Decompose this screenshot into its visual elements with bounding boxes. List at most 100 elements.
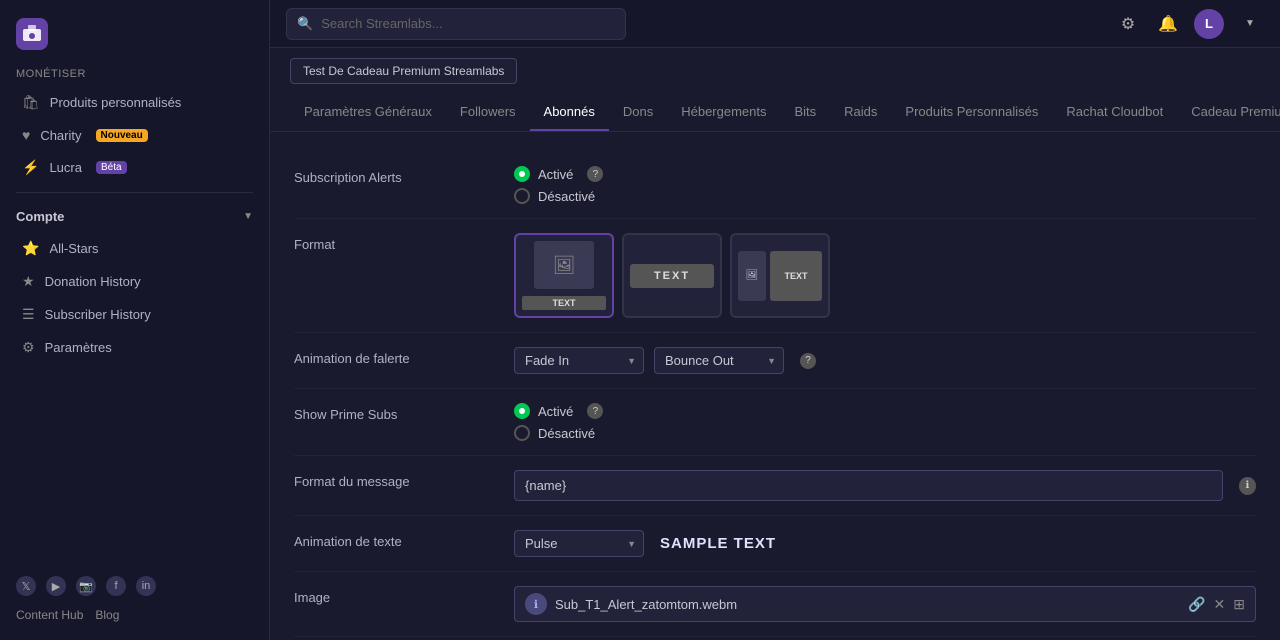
content-area: Subscription Alerts Activé ? Désactivé F bbox=[270, 132, 1280, 640]
format-text-block-3: TEXT bbox=[770, 251, 822, 301]
show-prime-subs-radio-group: Activé ? Désactivé bbox=[514, 403, 1256, 441]
bag-icon: 🛍 bbox=[22, 94, 40, 111]
list-icon: ☰ bbox=[22, 306, 35, 323]
tab-raids[interactable]: Raids bbox=[830, 94, 891, 131]
logo-icon bbox=[16, 18, 48, 50]
sidebar-item-subscriber-history[interactable]: ☰ Subscriber History bbox=[6, 299, 263, 330]
subscription-alerts-inactive-option[interactable]: Désactivé bbox=[514, 188, 1256, 204]
chevron-down-icon[interactable]: ▼ bbox=[1236, 10, 1264, 38]
search-box: 🔍 bbox=[286, 8, 626, 40]
subscription-alerts-row: Subscription Alerts Activé ? Désactivé bbox=[294, 152, 1256, 219]
tab-parametres-generaux[interactable]: Paramètres Généraux bbox=[290, 94, 446, 131]
sidebar-item-lucra[interactable]: ⚡ Lucra Béta bbox=[6, 152, 263, 183]
tab-cadeau-premium[interactable]: Cadeau Premium Streamlabs bbox=[1177, 94, 1280, 131]
animation-texte-row-inner: Pulse None Typewriter Fade SAMPLE TEXT bbox=[514, 530, 1256, 557]
linkedin-icon[interactable]: in bbox=[136, 576, 156, 596]
image-file-actions: 🔗 ✕ ⊞ bbox=[1188, 596, 1245, 613]
format-message-label: Format du message bbox=[294, 470, 494, 489]
animation-texte-dropdown[interactable]: Pulse None Typewriter Fade bbox=[514, 530, 644, 557]
format-card-2[interactable]: TEXT bbox=[622, 233, 722, 318]
avatar[interactable]: L bbox=[1194, 9, 1224, 39]
sidebar-item-charity[interactable]: ♥ Charity Nouveau bbox=[6, 120, 263, 150]
format-cards: 🖼 TEXT TEXT 🖼 TEXT bbox=[514, 233, 1256, 318]
prime-subs-active-option[interactable]: Activé ? bbox=[514, 403, 1256, 419]
show-prime-subs-label: Show Prime Subs bbox=[294, 403, 494, 422]
sidebar-item-label: Subscriber History bbox=[45, 307, 151, 322]
image-control: ℹ Sub_T1_Alert_zatomtom.webm 🔗 ✕ ⊞ bbox=[514, 586, 1256, 622]
tab-bits[interactable]: Bits bbox=[781, 94, 831, 131]
show-prime-subs-row: Show Prime Subs Activé ? Désactivé bbox=[294, 389, 1256, 456]
prime-subs-inactive-option[interactable]: Désactivé bbox=[514, 425, 1256, 441]
inactive-label: Désactivé bbox=[538, 189, 595, 204]
format-message-info-icon[interactable]: ℹ bbox=[1239, 477, 1256, 495]
image-link-icon[interactable]: 🔗 bbox=[1188, 596, 1205, 613]
search-icon: 🔍 bbox=[297, 16, 313, 32]
active-help-icon[interactable]: ? bbox=[587, 166, 603, 182]
bell-icon[interactable]: 🔔 bbox=[1154, 10, 1182, 38]
format-card-1[interactable]: 🖼 TEXT bbox=[514, 233, 614, 318]
animation-help-icon[interactable]: ? bbox=[800, 353, 816, 369]
image-file-row: ℹ Sub_T1_Alert_zatomtom.webm 🔗 ✕ ⊞ bbox=[514, 586, 1256, 622]
sidebar-item-produits-personnalises[interactable]: 🛍 Produits personnalisés bbox=[6, 87, 263, 118]
search-input[interactable] bbox=[321, 16, 615, 31]
format-img-placeholder-1: 🖼 bbox=[534, 241, 594, 289]
subscription-alerts-label: Subscription Alerts bbox=[294, 166, 494, 185]
radio-active-circle bbox=[514, 166, 530, 182]
image-label: Image bbox=[294, 586, 494, 605]
sidebar-item-all-stars[interactable]: ⭐ All-Stars bbox=[6, 233, 263, 264]
fade-in-dropdown[interactable]: Fade In Fade Out Slide In Slide Out bbox=[514, 347, 644, 374]
animation-texte-wrapper: Pulse None Typewriter Fade bbox=[514, 530, 644, 557]
blog-link[interactable]: Blog bbox=[95, 608, 119, 622]
prime-radio-inactive-circle bbox=[514, 425, 530, 441]
main-content: 🔍 ⚙ 🔔 L ▼ Test De Cadeau Premium Streaml… bbox=[270, 0, 1280, 640]
format-message-control: ℹ bbox=[514, 470, 1256, 501]
sample-text: SAMPLE TEXT bbox=[660, 535, 776, 552]
bounce-out-dropdown[interactable]: Bounce Out Bounce In Zoom In Zoom Out bbox=[654, 347, 784, 374]
youtube-icon[interactable]: ▶ bbox=[46, 576, 66, 596]
sidebar-item-label: All-Stars bbox=[49, 241, 98, 256]
sidebar-item-label: Paramètres bbox=[45, 340, 112, 355]
format-message-row: Format du message ℹ bbox=[294, 456, 1256, 516]
animation-falerte-label: Animation de falerte bbox=[294, 347, 494, 366]
format-card-3[interactable]: 🖼 TEXT bbox=[730, 233, 830, 318]
bounce-out-wrapper: Bounce Out Bounce In Zoom In Zoom Out bbox=[654, 347, 784, 374]
tab-hebergements[interactable]: Hébergements bbox=[667, 94, 780, 131]
tab-rachat-cloudbot[interactable]: Rachat Cloudbot bbox=[1052, 94, 1177, 131]
facebook-icon[interactable]: f bbox=[106, 576, 126, 596]
image-grid-icon[interactable]: ⊞ bbox=[1233, 596, 1245, 613]
sidebar-item-donation-history[interactable]: ★ Donation History bbox=[6, 266, 263, 297]
image-close-icon[interactable]: ✕ bbox=[1214, 596, 1226, 613]
tab-produits-personnalises[interactable]: Produits Personnalisés bbox=[891, 94, 1052, 131]
format-message-input[interactable] bbox=[514, 470, 1223, 501]
active-label: Activé bbox=[538, 167, 573, 182]
subscription-alerts-radio-group: Activé ? Désactivé bbox=[514, 166, 1256, 204]
sidebar-item-label: Donation History bbox=[45, 274, 141, 289]
animation-texte-row: Animation de texte Pulse None Typewriter… bbox=[294, 516, 1256, 572]
logo[interactable] bbox=[0, 10, 269, 62]
animation-texte-control: Pulse None Typewriter Fade SAMPLE TEXT bbox=[514, 530, 1256, 557]
subscription-alerts-control: Activé ? Désactivé bbox=[514, 166, 1256, 204]
content-hub-link[interactable]: Content Hub bbox=[16, 608, 83, 622]
prime-active-help-icon[interactable]: ? bbox=[587, 403, 603, 419]
tab-followers[interactable]: Followers bbox=[446, 94, 530, 131]
sidebar-item-parametres[interactable]: ⚙ Paramètres bbox=[6, 332, 263, 363]
nouveau-badge: Nouveau bbox=[96, 129, 148, 142]
sidebar-item-label: Charity bbox=[40, 128, 81, 143]
topbar-right: ⚙ 🔔 L ▼ bbox=[1114, 9, 1264, 39]
prime-active-label: Activé bbox=[538, 404, 573, 419]
twitter-icon[interactable]: 𝕏 bbox=[16, 576, 36, 596]
monetiser-section-label: Monétiser bbox=[0, 62, 269, 86]
premium-bar: Test De Cadeau Premium Streamlabs bbox=[270, 48, 1280, 94]
subscription-alerts-active-option[interactable]: Activé ? bbox=[514, 166, 1256, 182]
image-file-name: Sub_T1_Alert_zatomtom.webm bbox=[555, 597, 1180, 612]
chevron-icon: ▼ bbox=[243, 211, 253, 222]
tab-abonnes[interactable]: Abonnés bbox=[530, 94, 609, 131]
premium-button[interactable]: Test De Cadeau Premium Streamlabs bbox=[290, 58, 517, 84]
format-label: Format bbox=[294, 233, 494, 252]
compte-section-header[interactable]: Compte ▼ bbox=[0, 201, 269, 232]
instagram-icon[interactable]: 📷 bbox=[76, 576, 96, 596]
format-text-label-1: TEXT bbox=[522, 296, 606, 310]
format-img-small-3: 🖼 bbox=[738, 251, 766, 301]
tab-dons[interactable]: Dons bbox=[609, 94, 667, 131]
settings-icon[interactable]: ⚙ bbox=[1114, 10, 1142, 38]
